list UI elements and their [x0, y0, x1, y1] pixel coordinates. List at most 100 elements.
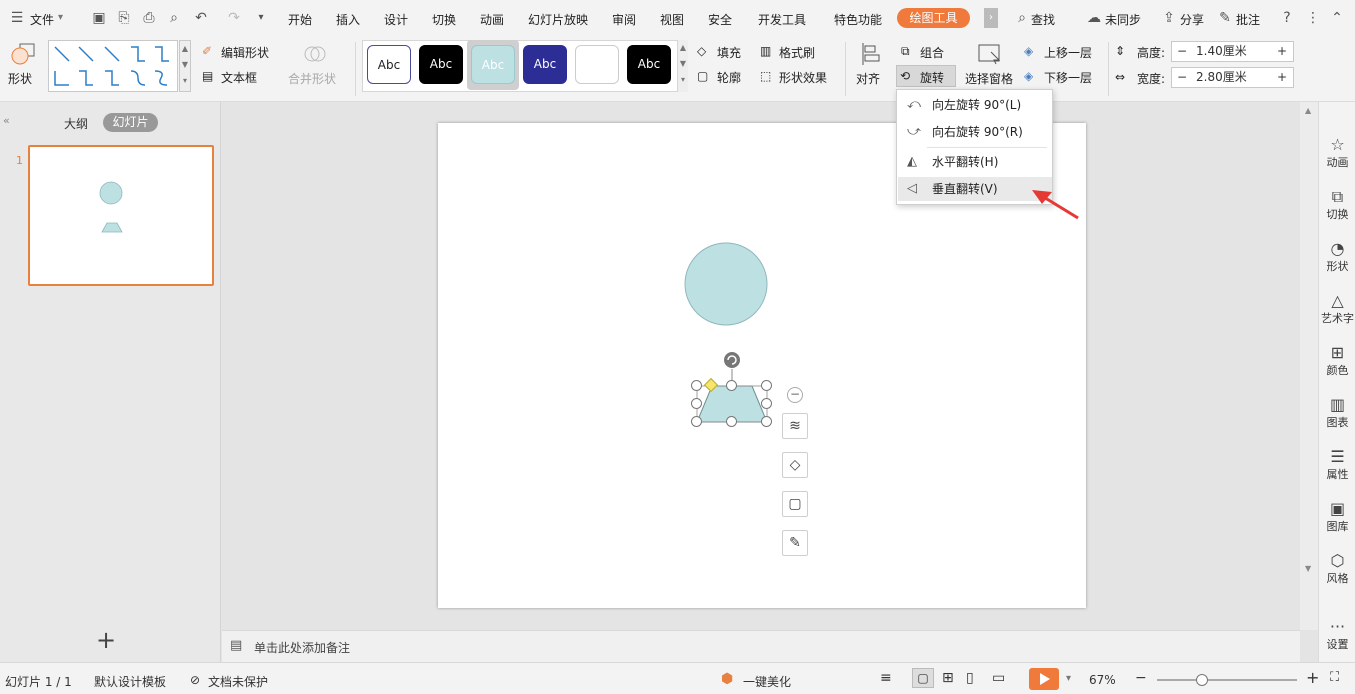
- save-icon[interactable]: ▣: [90, 9, 108, 27]
- resize-handle[interactable]: [761, 380, 772, 391]
- beautify-button[interactable]: 一键美化: [743, 673, 791, 690]
- plus-icon[interactable]: +: [1277, 42, 1287, 61]
- tab-developer[interactable]: 开发工具: [758, 11, 806, 28]
- edit-shape-button[interactable]: 编辑形状: [221, 44, 269, 61]
- flip-horizontal-item[interactable]: ◭ 水平翻转(H): [898, 150, 1052, 174]
- height-field[interactable]: − 1.40厘米 +: [1171, 41, 1294, 62]
- style-gallery-scroll[interactable]: ▲ ▼ ▾: [677, 40, 688, 92]
- print-icon[interactable]: ⎙: [140, 9, 158, 27]
- outline-button[interactable]: 轮廓: [717, 69, 741, 86]
- send-backward-button[interactable]: 下移一层: [1044, 69, 1092, 86]
- sidebar-item-settings[interactable]: ··· 设置: [1319, 618, 1355, 652]
- bring-forward-button[interactable]: 上移一层: [1044, 44, 1092, 61]
- tab-slides[interactable]: 幻灯片: [103, 113, 158, 132]
- minus-icon[interactable]: −: [1177, 68, 1187, 87]
- style-sample-5[interactable]: [575, 45, 619, 84]
- style-sample-2[interactable]: Abc: [419, 45, 463, 84]
- notes-bar[interactable]: ▤ 单击此处添加备注: [222, 630, 1300, 662]
- rotate-left-item[interactable]: ⤺ 向左旋转 90°(L): [898, 93, 1052, 117]
- resize-handle[interactable]: [691, 398, 702, 409]
- tab-scroll-right-icon[interactable]: ›: [984, 8, 998, 28]
- normal-view-icon[interactable]: ▢: [912, 668, 934, 688]
- hamburger-icon[interactable]: ☰: [8, 9, 26, 27]
- gallery-scroll[interactable]: ▲ ▼ ▾: [179, 40, 191, 92]
- tab-animation[interactable]: 动画: [480, 11, 504, 28]
- style-sample-1[interactable]: Abc: [367, 45, 411, 84]
- tab-review[interactable]: 审阅: [612, 11, 636, 28]
- minus-icon[interactable]: −: [1177, 42, 1187, 61]
- file-menu[interactable]: 文件: [30, 11, 54, 28]
- sync-status[interactable]: 未同步: [1105, 11, 1141, 28]
- outline-float-icon[interactable]: ▢: [782, 491, 808, 517]
- help-icon[interactable]: ?: [1278, 9, 1296, 27]
- tab-transition[interactable]: 切换: [432, 11, 456, 28]
- zoom-out-icon[interactable]: −: [1135, 670, 1147, 686]
- sidebar-item-animation[interactable]: ☆ 动画: [1319, 136, 1355, 170]
- zoom-slider[interactable]: [1157, 679, 1297, 681]
- scroll-down-icon[interactable]: ▼: [1305, 564, 1311, 573]
- play-options-icon[interactable]: ▾: [1066, 673, 1071, 684]
- vertical-scrollbar[interactable]: ▲ ▼: [1300, 102, 1318, 630]
- format-brush-button[interactable]: 格式刷: [779, 44, 815, 61]
- style-sample-3[interactable]: Abc: [471, 45, 515, 84]
- sidebar-item-style[interactable]: ⬡ 风格: [1319, 552, 1355, 586]
- resize-handle[interactable]: [761, 398, 772, 409]
- resize-handle[interactable]: [726, 416, 737, 427]
- options-icon[interactable]: ⋮: [1304, 9, 1322, 27]
- width-field[interactable]: − 2.80厘米 +: [1171, 67, 1294, 88]
- rotate-button[interactable]: 旋转: [920, 69, 944, 86]
- comment-button[interactable]: 批注: [1236, 11, 1260, 28]
- fill-button[interactable]: 填充: [717, 44, 741, 61]
- resize-handle[interactable]: [691, 416, 702, 427]
- tab-design[interactable]: 设计: [384, 11, 408, 28]
- brush-icon[interactable]: ✎: [782, 530, 808, 556]
- add-slide-button[interactable]: +: [96, 628, 116, 652]
- protect-status[interactable]: 文档未保护: [208, 673, 268, 690]
- tab-home[interactable]: 开始: [288, 11, 312, 28]
- notes-placeholder[interactable]: 单击此处添加备注: [254, 639, 350, 656]
- shape-fill-icon[interactable]: ◇: [782, 452, 808, 478]
- tab-security[interactable]: 安全: [708, 11, 732, 28]
- resize-handle[interactable]: [761, 416, 772, 427]
- collapse-ribbon-icon[interactable]: ⌃: [1328, 9, 1346, 27]
- sidebar-item-wordart[interactable]: △ 艺术字: [1319, 292, 1355, 326]
- sidebar-item-shape[interactable]: ◔ 形状: [1319, 240, 1355, 274]
- fit-window-icon[interactable]: ⛶: [1330, 670, 1339, 685]
- collapse-float-icon[interactable]: −: [787, 387, 803, 403]
- share-button[interactable]: 分享: [1180, 11, 1204, 28]
- rotate-right-item[interactable]: ⤻ 向右旋转 90°(R): [898, 120, 1052, 144]
- tab-insert[interactable]: 插入: [336, 11, 360, 28]
- layers-icon[interactable]: ≋: [782, 413, 808, 439]
- reading-view-icon[interactable]: ▯: [966, 670, 974, 686]
- sidebar-item-color[interactable]: ⊞ 颜色: [1319, 344, 1355, 378]
- style-sample-4[interactable]: Abc: [523, 45, 567, 84]
- shapes-icon[interactable]: [10, 42, 38, 66]
- sidebar-item-properties[interactable]: ☰ 属性: [1319, 448, 1355, 482]
- tab-features[interactable]: 特色功能: [834, 11, 882, 28]
- undo-icon[interactable]: ↶: [192, 9, 210, 27]
- slide-thumbnail[interactable]: [28, 145, 214, 286]
- shape-effect-button[interactable]: 形状效果: [779, 69, 827, 86]
- search-button[interactable]: 查找: [1031, 11, 1055, 28]
- textbox-button[interactable]: 文本框: [221, 69, 257, 86]
- style-sample-6[interactable]: Abc: [627, 45, 671, 84]
- sorter-view-icon[interactable]: ⊞: [942, 670, 954, 686]
- scroll-up-icon[interactable]: ▲: [1305, 106, 1311, 115]
- notes-toggle-icon[interactable]: ≡: [880, 670, 892, 686]
- presenter-view-icon[interactable]: ▭: [992, 670, 1005, 686]
- search-icon[interactable]: ⌕: [1013, 9, 1031, 27]
- sidebar-item-chart[interactable]: ▥ 图表: [1319, 396, 1355, 430]
- resize-handle[interactable]: [726, 380, 737, 391]
- zoom-slider-thumb[interactable]: [1196, 674, 1208, 686]
- shape-button[interactable]: 形状: [8, 70, 32, 87]
- zoom-in-icon[interactable]: +: [1306, 668, 1319, 687]
- height-value[interactable]: 1.40厘米: [1196, 42, 1247, 61]
- sidebar-item-gallery[interactable]: ▣ 图库: [1319, 500, 1355, 534]
- export-icon[interactable]: ⎘: [115, 9, 133, 27]
- preview-icon[interactable]: ⌕: [165, 9, 183, 27]
- sidebar-item-transition[interactable]: ⧉ 切换: [1319, 188, 1355, 222]
- group-button[interactable]: 组合: [920, 44, 944, 61]
- align-button[interactable]: 对齐: [856, 70, 880, 87]
- tab-drawing-tools[interactable]: 绘图工具: [897, 8, 970, 28]
- width-value[interactable]: 2.80厘米: [1196, 68, 1247, 87]
